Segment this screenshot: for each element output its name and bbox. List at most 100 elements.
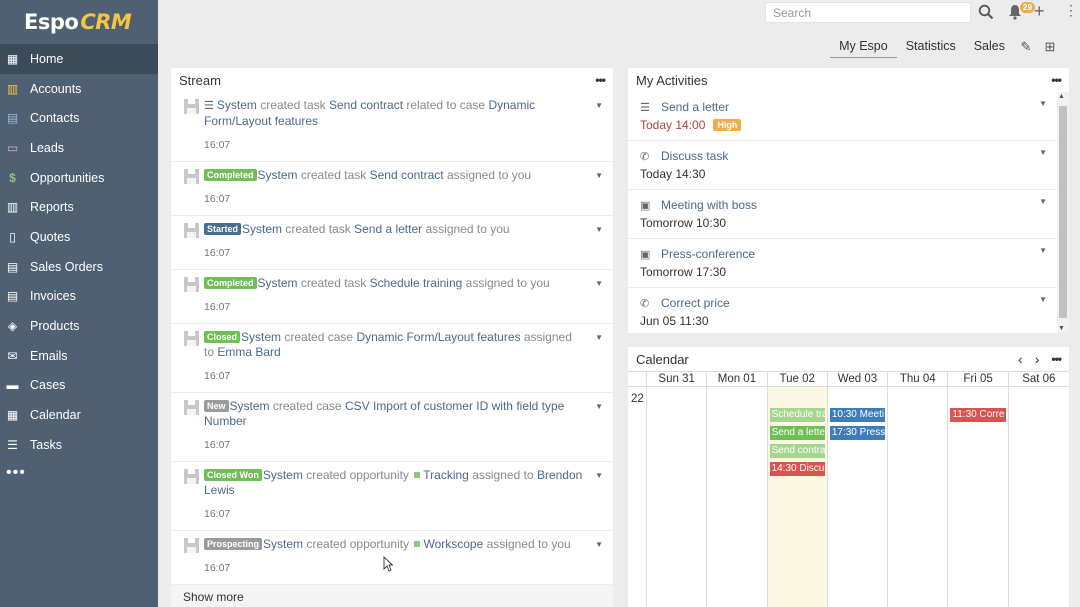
avatar[interactable]: [184, 469, 199, 484]
activity-link[interactable]: Press-conference: [661, 247, 755, 261]
avatar[interactable]: [184, 169, 199, 184]
chevron-down-icon[interactable]: ▼: [595, 168, 603, 183]
chevron-down-icon[interactable]: ▼: [1039, 246, 1047, 255]
actor-link[interactable]: System: [241, 330, 281, 344]
calendar-day-column[interactable]: [707, 387, 768, 607]
chevron-down-icon[interactable]: ▼: [1039, 148, 1047, 157]
calendar-day-column[interactable]: 10:30 Meeti 17:30 Press-: [828, 387, 889, 607]
chevron-down-icon[interactable]: ▼: [595, 537, 603, 552]
activities-header: My Activities •••: [628, 68, 1069, 92]
chevron-down-icon[interactable]: ▼: [595, 98, 603, 113]
quick-create-icon[interactable]: +: [1034, 2, 1045, 20]
sidebar-item-home[interactable]: ▦ Home: [0, 44, 158, 74]
actor-link[interactable]: System: [258, 168, 298, 182]
calendar-day-header[interactable]: Wed 03: [828, 372, 889, 386]
target-link[interactable]: Workscope: [423, 537, 483, 551]
sidebar-item-contacts[interactable]: ▤ Contacts: [0, 103, 158, 133]
activity-link[interactable]: Discuss task: [661, 149, 728, 163]
calendar-event[interactable]: Send contra: [769, 444, 825, 458]
target-link[interactable]: Send contract: [329, 98, 403, 112]
calendar-day-header[interactable]: Thu 04: [888, 372, 949, 386]
sidebar-item-calendar[interactable]: ▦ Calendar: [0, 400, 158, 430]
actor-link[interactable]: System: [258, 276, 298, 290]
scroll-down-icon[interactable]: ▼: [1058, 325, 1065, 332]
scroll-up-icon[interactable]: ▲: [1058, 93, 1065, 100]
menu-kebab-icon[interactable]: ⋮: [1064, 3, 1078, 17]
sidebar-item-opportunities[interactable]: $ Opportunities: [0, 163, 158, 193]
sidebar-item-cases[interactable]: ▬ Cases: [0, 371, 158, 401]
target-link[interactable]: Send a letter: [354, 222, 422, 236]
calendar-event[interactable]: 11:30 Corre: [950, 408, 1006, 422]
chevron-down-icon[interactable]: ▼: [595, 222, 603, 237]
chevron-down-icon[interactable]: ▼: [595, 276, 603, 291]
calendar-event[interactable]: Schedule tra: [769, 408, 825, 422]
avatar[interactable]: [184, 331, 199, 346]
activity-link[interactable]: Meeting with boss: [661, 198, 757, 212]
chevron-down-icon[interactable]: ▼: [1039, 197, 1047, 206]
logo[interactable]: Espo CRM: [0, 0, 158, 44]
actor-link[interactable]: System: [217, 98, 257, 112]
calendar-menu-icon[interactable]: •••: [1051, 352, 1062, 366]
actor-link[interactable]: System: [263, 468, 303, 482]
chevron-down-icon[interactable]: ▼: [595, 468, 603, 483]
target-link[interactable]: Dynamic Form/Layout features: [356, 330, 520, 344]
scroll-thumb[interactable]: [1059, 106, 1067, 318]
activity-link[interactable]: Send a letter: [661, 100, 729, 114]
actor-link[interactable]: System: [242, 222, 282, 236]
activity-link[interactable]: Correct price: [661, 296, 730, 310]
tab-sales[interactable]: Sales: [965, 36, 1014, 58]
actor-link[interactable]: System: [263, 537, 303, 551]
chevron-down-icon[interactable]: ▼: [595, 399, 603, 414]
calendar-day-header[interactable]: Tue 02: [768, 372, 828, 386]
calendar-day-column[interactable]: [647, 387, 708, 607]
sidebar-item-leads[interactable]: ▭ Leads: [0, 133, 158, 163]
search-icon[interactable]: [978, 4, 994, 20]
stream-menu-icon[interactable]: •••: [595, 73, 606, 87]
sidebar-item-invoices[interactable]: ▤ Invoices: [0, 282, 158, 312]
calendar-day-header[interactable]: Mon 01: [707, 372, 768, 386]
calendar-day-column[interactable]: 11:30 Corre: [948, 387, 1009, 607]
tab-my-espo[interactable]: My Espo: [830, 36, 897, 58]
sidebar-item-tasks[interactable]: ☰ Tasks: [0, 430, 158, 460]
chevron-right-icon[interactable]: ›: [1035, 351, 1040, 367]
edit-pencil-icon[interactable]: ✎: [1014, 39, 1038, 55]
avatar[interactable]: [184, 538, 199, 553]
calendar-day-header[interactable]: Sun 31: [647, 372, 708, 386]
chevron-down-icon[interactable]: ▼: [595, 330, 603, 345]
show-more-button[interactable]: Show more: [171, 585, 613, 607]
sidebar-item-products[interactable]: ◈ Products: [0, 311, 158, 341]
tab-statistics[interactable]: Statistics: [897, 36, 965, 58]
target-link[interactable]: Send contract: [370, 168, 444, 182]
actor-link[interactable]: System: [230, 399, 270, 413]
calendar-day-header[interactable]: Sat 06: [1009, 372, 1069, 386]
activities-menu-icon[interactable]: •••: [1051, 73, 1062, 87]
sidebar-item-reports[interactable]: ▥ Reports: [0, 192, 158, 222]
avatar[interactable]: [184, 223, 199, 238]
calendar-day-header[interactable]: Fri 05: [948, 372, 1009, 386]
add-dashlet-icon[interactable]: ⊞: [1038, 39, 1062, 55]
calendar-day-column[interactable]: [1009, 387, 1069, 607]
avatar[interactable]: [184, 99, 199, 114]
activities-scrollbar[interactable]: ▲ ▼: [1057, 92, 1069, 333]
avatar[interactable]: [184, 400, 199, 415]
sidebar-item-quotes[interactable]: ▯ Quotes: [0, 222, 158, 252]
target-link[interactable]: Tracking: [423, 468, 469, 482]
calendar-day-column[interactable]: [888, 387, 949, 607]
calendar-event[interactable]: Send a lette: [769, 426, 825, 440]
avatar[interactable]: [184, 277, 199, 292]
sidebar-item-label: Quotes: [30, 229, 71, 244]
target-link[interactable]: Schedule training: [370, 276, 463, 290]
calendar-event[interactable]: 17:30 Press-: [829, 426, 886, 440]
chevron-down-icon[interactable]: ▼: [1039, 99, 1047, 108]
sidebar-item-accounts[interactable]: ▥ Accounts: [0, 74, 158, 104]
related-link[interactable]: Emma Bard: [217, 345, 280, 359]
sidebar-item-sales-orders[interactable]: ▤ Sales Orders: [0, 252, 158, 282]
calendar-day-column[interactable]: Schedule tra Send a lette Send contra 14:30…: [767, 387, 828, 607]
calendar-event[interactable]: 14:30 Discus: [769, 462, 825, 476]
more-menu-icon[interactable]: •••: [0, 460, 158, 486]
chevron-left-icon[interactable]: ‹: [1018, 351, 1023, 367]
search-input[interactable]: [765, 2, 971, 23]
sidebar-item-emails[interactable]: ✉ Emails: [0, 341, 158, 371]
calendar-event[interactable]: 10:30 Meeti: [829, 408, 886, 422]
chevron-down-icon[interactable]: ▼: [1039, 295, 1047, 304]
